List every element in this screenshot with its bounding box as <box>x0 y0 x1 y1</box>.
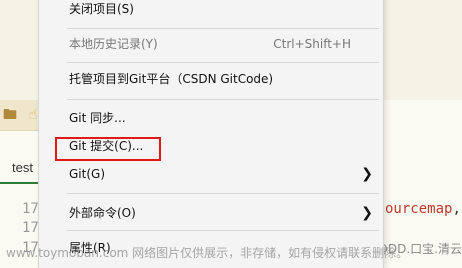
context-menu: 关闭项目(S) 本地历史记录(Y) Ctrl+Shift+H 托管项目到Git平… <box>38 0 384 268</box>
menu-separator <box>67 230 379 231</box>
menu-separator <box>67 99 379 100</box>
menu-item-git[interactable]: Git(G) ❯ <box>39 163 383 185</box>
menu-item-label: 关闭项目(S) <box>69 2 134 16</box>
menu-item-shortcut: Ctrl+Shift+H <box>273 37 351 51</box>
chevron-right-icon: ❯ <box>361 166 373 182</box>
chevron-right-icon: ❯ <box>361 205 373 221</box>
menu-item-label: 托管项目到Git平台（CSDN GitCode) <box>69 72 274 86</box>
menu-item-label: 本地历史记录(Y) <box>69 37 158 51</box>
menu-item-external-command[interactable]: 外部命令(O) ❯ <box>39 202 383 224</box>
menu-item-label: Git(G) <box>69 167 105 181</box>
line-number: 17 <box>22 201 39 217</box>
menu-separator <box>67 193 379 194</box>
menu-item-close-project[interactable]: 关闭项目(S) <box>39 0 383 20</box>
git-commit-highlight <box>55 137 161 161</box>
menu-separator <box>67 28 379 29</box>
code-fragment: ourcemap, <box>385 201 461 217</box>
menu-item-label: 外部命令(O) <box>69 206 136 220</box>
folder-icon[interactable]: 🖿 <box>1 106 19 124</box>
tab-active-indicator <box>0 182 40 184</box>
menu-item-git-sync[interactable]: Git 同步... <box>39 107 383 129</box>
menu-separator <box>67 62 379 63</box>
line-number: 17 <box>22 220 39 236</box>
code-text: ourcemap <box>385 201 453 217</box>
side-toolbar: 🖿 ☝ <box>0 100 40 131</box>
site-watermark: www.toymoban.com 网络图片仅供展示，非存储，如有侵权请联系删除。 <box>6 246 409 260</box>
menu-item-host-on-git[interactable]: 托管项目到Git平台（CSDN GitCode) <box>39 68 383 90</box>
menu-item-local-history[interactable]: 本地历史记录(Y) Ctrl+Shift+H <box>39 33 383 55</box>
code-punctuation: , <box>452 201 461 217</box>
editor-tab[interactable]: test <box>12 160 33 175</box>
menu-item-label: Git 同步... <box>69 111 126 125</box>
